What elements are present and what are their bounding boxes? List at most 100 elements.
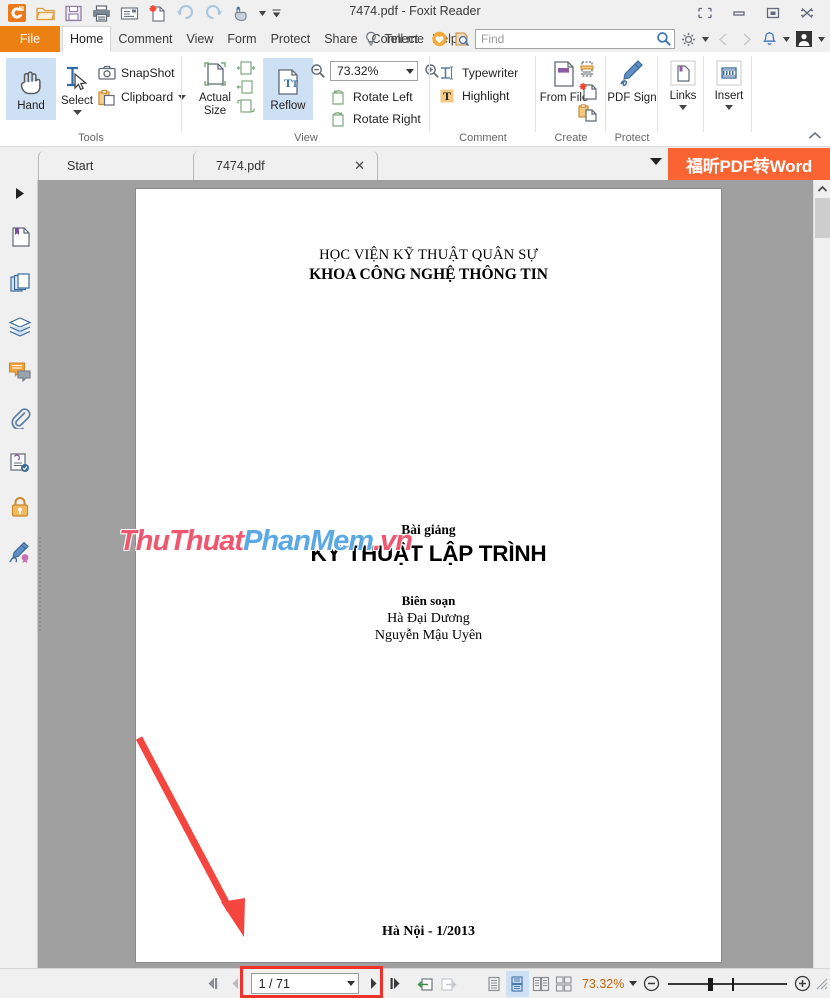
account-avatar-icon[interactable] [794, 28, 814, 50]
scrollbar-thumb[interactable] [815, 198, 830, 238]
rotate-left-label: Rotate Left [353, 90, 413, 104]
highlight-button[interactable]: T Highlight [439, 85, 509, 107]
rotate-left-icon [332, 89, 344, 105]
zoom-out-button[interactable] [310, 63, 326, 79]
typewriter-button[interactable]: Typewriter [439, 62, 518, 84]
vertical-scrollbar[interactable] [813, 180, 830, 968]
continuous-facing-view-button[interactable] [552, 971, 575, 997]
sidebar-item-comments[interactable] [7, 357, 33, 387]
close-icon[interactable] [790, 0, 824, 26]
create-from-clipboard-button[interactable] [578, 104, 598, 122]
actual-size-button[interactable]: Actual Size [190, 58, 240, 117]
actual-size-label: Actual Size [199, 92, 231, 117]
zoom-out-icon [311, 64, 325, 78]
tab-overflow-button[interactable] [650, 158, 662, 165]
tab-share[interactable]: Share [317, 26, 364, 52]
tab-form[interactable]: Form [220, 26, 263, 52]
rotate-right-button[interactable]: Rotate Right [330, 108, 421, 130]
pdf-sign-label: PDF Sign [607, 92, 657, 104]
window-controls [688, 0, 824, 26]
forward-arrow-icon[interactable] [736, 28, 756, 50]
select-tool-button[interactable]: Select [52, 58, 102, 120]
facing-page-view-button[interactable] [529, 971, 552, 997]
restore-down-icon[interactable] [688, 0, 722, 26]
pdf-sign-button[interactable]: PDF Sign [607, 58, 657, 105]
last-page-button[interactable] [385, 971, 408, 997]
last-page-icon [390, 978, 400, 989]
document-author-1: Hà Đại Dương [387, 611, 470, 626]
tab-home[interactable]: Home [62, 26, 112, 52]
tab-comment[interactable]: Comment [111, 26, 179, 52]
zoom-slider[interactable] [664, 971, 791, 997]
notifications-dropdown-icon[interactable] [782, 28, 791, 50]
tab-protect[interactable]: Protect [264, 26, 318, 52]
sidebar-item-digital-signatures[interactable] [7, 537, 33, 567]
clipboard-button[interactable]: Clipboard [98, 86, 187, 108]
status-zoom-dropdown[interactable] [626, 971, 640, 997]
expand-panel-button[interactable] [16, 188, 24, 199]
heart-icon[interactable] [429, 28, 449, 50]
fit-width-icon[interactable] [236, 79, 256, 95]
minimize-icon[interactable] [722, 0, 756, 26]
first-page-button[interactable] [201, 971, 224, 997]
collapse-ribbon-button[interactable] [808, 131, 822, 140]
page-fit-tools [236, 60, 256, 114]
search-document-icon[interactable] [452, 28, 472, 50]
find-box[interactable] [475, 29, 675, 49]
links-label: Links [669, 90, 697, 102]
sidebar-item-bookmarks[interactable] [7, 222, 33, 252]
continuous-page-view-button[interactable] [505, 970, 529, 997]
tab-7474-pdf[interactable]: 7474.pdf ✕ [193, 151, 378, 180]
notifications-bell-icon[interactable] [759, 28, 779, 50]
tab-start[interactable]: Start [38, 151, 198, 180]
highlight-label: Highlight [462, 89, 510, 103]
settings-dropdown-icon[interactable] [701, 28, 710, 50]
resize-grip-icon[interactable] [814, 971, 830, 997]
snapshot-button[interactable]: SnapShot [98, 62, 175, 84]
close-tab-icon[interactable]: ✕ [354, 158, 365, 174]
status-zoom-out-button[interactable] [640, 971, 663, 997]
scroll-up-button[interactable] [814, 180, 830, 197]
camera-icon [98, 65, 116, 80]
previous-view-button[interactable] [414, 971, 437, 997]
svg-text:T: T [284, 76, 292, 90]
tell-me-label[interactable]: Tell me [384, 32, 424, 46]
reflow-button[interactable]: TT Reflow [263, 58, 313, 120]
single-page-view-button[interactable] [482, 971, 505, 997]
search-input[interactable] [481, 32, 656, 46]
security-lock-icon [11, 497, 29, 517]
document-view[interactable]: HỌC VIỆN KỸ THUẬT QUÂN SỰ KHOA CÔNG NGHỆ… [45, 180, 830, 968]
settings-gear-icon[interactable] [678, 28, 698, 50]
insert-button[interactable]: Insert [704, 58, 754, 110]
panel-splitter[interactable] [38, 535, 45, 631]
create-from-scanner-button[interactable] [578, 60, 598, 78]
sidebar-item-security[interactable] [7, 492, 33, 522]
back-arrow-icon[interactable] [713, 28, 733, 50]
pdf-to-word-promo-button[interactable]: 福昕PDF转Word [668, 148, 830, 180]
lightbulb-icon[interactable] [361, 28, 381, 50]
maximize-icon[interactable] [756, 0, 790, 26]
ribbon-group-comment: Typewriter T Highlight Comment [430, 52, 536, 147]
sidebar-item-layers[interactable] [7, 312, 33, 342]
sidebar-item-stamps[interactable] [7, 448, 33, 478]
sidebar-item-page-thumbnails[interactable] [7, 268, 33, 298]
next-view-button[interactable] [437, 971, 460, 997]
sidebar-item-attachments[interactable] [7, 403, 33, 433]
single-page-icon [488, 976, 500, 991]
zoom-level-combobox[interactable]: 73.32% [330, 61, 418, 81]
zoom-slider-handle[interactable] [707, 977, 713, 991]
clipboard-label: Clipboard [121, 90, 174, 104]
file-menu-button[interactable]: File [0, 26, 60, 52]
fit-visible-icon[interactable] [236, 98, 256, 114]
page-number-highlight-annotation [240, 966, 383, 998]
ribbon-group-protect: PDF Sign Protect [606, 52, 658, 147]
hand-tool-button[interactable]: Hand [6, 58, 56, 120]
fit-page-icon[interactable] [236, 60, 256, 76]
status-zoom-in-button[interactable] [791, 971, 814, 997]
links-button[interactable]: Links [658, 58, 708, 110]
tab-view[interactable]: View [180, 26, 221, 52]
rotate-left-button[interactable]: Rotate Left [330, 86, 413, 108]
ribbon: Hand Select SnapShot Clipboard Tools Act… [0, 52, 830, 147]
create-blank-button[interactable] [578, 82, 598, 100]
account-dropdown-icon[interactable] [817, 28, 826, 50]
